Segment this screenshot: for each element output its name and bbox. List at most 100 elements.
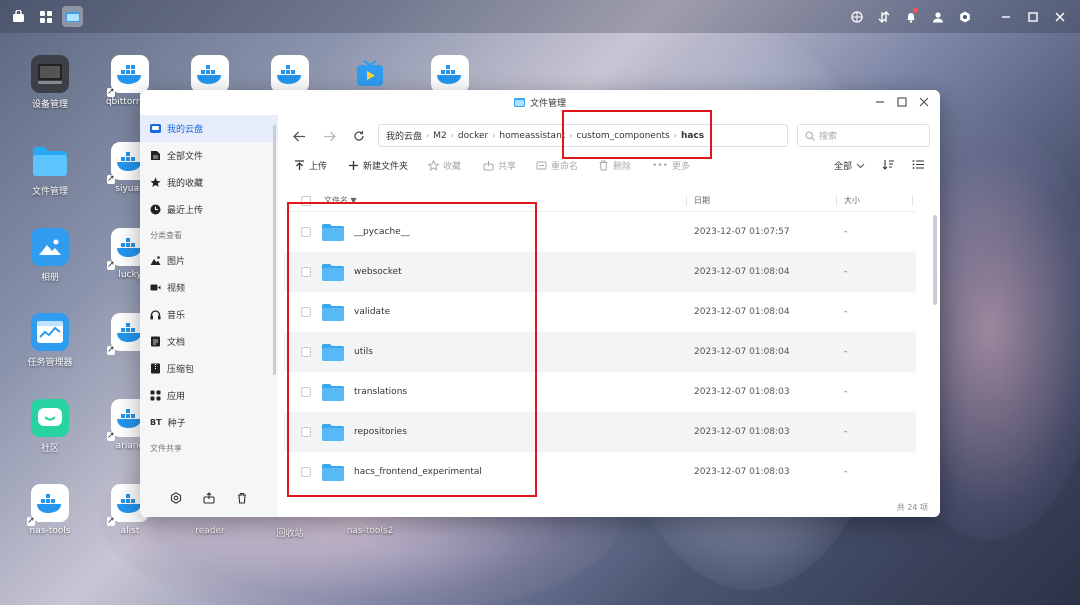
search-placeholder: 搜索 [819,132,838,142]
upload-button[interactable]: 上传 [294,159,327,172]
delete-button[interactable]: 删除 [598,159,631,172]
search-input[interactable]: 搜索 [797,124,930,147]
sort-icon[interactable] [882,159,895,170]
bt-icon: BT [150,418,162,427]
sidebar-item-videos[interactable]: 视频 [140,274,278,301]
filter-label: 全部 [834,162,853,172]
tv-icon [351,55,389,93]
sidebar-item-label: 音乐 [167,311,186,321]
sidebar-item-label: 压缩包 [167,365,195,375]
apps-icon [150,390,161,401]
column-header-size[interactable]: 大小 [844,195,860,206]
delete-label: 删除 [613,162,632,172]
sidebar-item-apps[interactable]: 应用 [140,382,278,409]
chevron-down-icon [856,163,865,168]
docker-whale-icon [431,55,469,93]
photo-icon [31,228,69,266]
device-manager-icon [31,55,69,93]
share-device-icon[interactable] [203,492,215,507]
sidebar-item-recent[interactable]: 最近上传 [140,196,278,223]
sidebar-item-images[interactable]: 图片 [140,247,278,274]
sidebar-item-documents[interactable]: 文档 [140,328,278,355]
window-close-icon[interactable] [917,95,930,108]
file-date: 2023-12-07 01:08:04 [694,307,790,317]
desktop-icon-file-manager[interactable]: 文件管理 [14,142,86,197]
sidebar-item-label: 我的云盘 [167,125,204,135]
more-dots-icon: ••• [652,160,668,171]
window-maximize-icon[interactable] [895,95,908,108]
breadcrumb-item[interactable]: docker [458,131,488,141]
window-titlebar[interactable]: 文件管理 [140,90,940,115]
back-arrow-icon[interactable] [288,125,310,147]
sidebar-item-favorites[interactable]: 我的收藏 [140,169,278,196]
sidebar-item-label: 种子 [167,419,186,429]
notification-bell-icon[interactable] [900,6,921,27]
close-icon[interactable] [1049,6,1070,27]
new-folder-button[interactable]: 新建文件夹 [348,159,408,172]
network-icon[interactable] [846,6,867,27]
desktop-icon-device-manager[interactable]: 设备管理 [14,55,86,110]
desktop-icon-label: nas-tools [29,526,71,536]
breadcrumb-item[interactable]: homeassistant [499,131,565,141]
sidebar-scrollbar[interactable] [273,125,276,375]
forward-arrow-icon[interactable] [318,125,340,147]
desktop-icon-label: 设备管理 [31,100,68,110]
star-icon [150,177,161,187]
desktop-icon-label: 相册 [40,273,59,283]
filter-dropdown[interactable]: 全部 [834,159,865,172]
file-icon [151,151,160,160]
list-view-icon[interactable] [912,159,925,170]
annotation-highlight-breadcrumb [562,110,712,159]
file-size: - [844,307,848,317]
share-button[interactable]: 共享 [483,159,516,172]
rename-icon [536,161,547,170]
breadcrumb-item[interactable]: 我的云盘 [386,129,422,142]
sidebar-item-torrents[interactable]: BT 种子 [140,409,278,436]
docker-whale-icon [191,55,229,93]
clock-icon [150,204,161,215]
rename-label: 重命名 [551,162,579,172]
archive-icon [151,363,160,374]
favorite-button[interactable]: 收藏 [428,159,461,172]
refresh-icon[interactable] [348,125,370,147]
share-icon [483,161,494,171]
file-manager-window: 文件管理 我的云盘 全部文件 我的收藏 最近上传 分类查看 图片 视频 音乐 文… [140,90,940,517]
desktop-icon-nas-tools[interactable]: ↗ nas-tools [14,484,86,536]
maximize-icon[interactable] [1022,6,1043,27]
column-header-date[interactable]: 日期 [694,195,710,206]
favorite-label: 收藏 [443,162,462,172]
file-size: - [844,427,848,437]
folder-icon [31,142,69,180]
window-minimize-icon[interactable] [873,95,886,108]
sidebar-item-all-files[interactable]: 全部文件 [140,142,278,169]
desktop-icon-label: alist [120,526,140,536]
breadcrumb-item[interactable]: M2 [433,131,447,141]
sidebar-item-my-cloud[interactable]: 我的云盘 [140,115,278,142]
store-icon[interactable] [8,6,29,27]
sidebar: 我的云盘 全部文件 我的收藏 最近上传 分类查看 图片 视频 音乐 文档 压缩包… [140,115,278,517]
apps-grid-icon[interactable] [35,6,56,27]
settings-gear-icon[interactable] [954,6,975,27]
sidebar-section-share: 文件共享 [150,443,182,453]
file-size: - [844,387,848,397]
transfer-icon[interactable] [873,6,894,27]
desktop-icon-community[interactable]: 社区 [14,399,86,454]
user-icon[interactable] [927,6,948,27]
file-size: - [844,347,848,357]
document-icon [151,336,160,347]
file-manager-taskbar-icon[interactable] [62,6,83,27]
sidebar-item-music[interactable]: 音乐 [140,301,278,328]
more-button[interactable]: ••• 更多 [652,159,690,173]
settings-hex-icon[interactable] [170,492,182,507]
annotation-highlight-file-list [287,202,537,497]
desktop-icon-task-manager[interactable]: 任务管理器 [14,313,86,368]
rename-button[interactable]: 重命名 [536,159,578,172]
item-count: 共 24 项 [896,503,928,512]
table-scrollbar[interactable] [933,215,937,305]
desktop-icon-photos[interactable]: 相册 [14,228,86,283]
sidebar-item-label: 图片 [167,257,186,267]
minimize-icon[interactable] [995,6,1016,27]
recycle-bin-icon[interactable] [236,492,248,507]
sidebar-item-label: 文档 [167,338,186,348]
sidebar-item-archives[interactable]: 压缩包 [140,355,278,382]
